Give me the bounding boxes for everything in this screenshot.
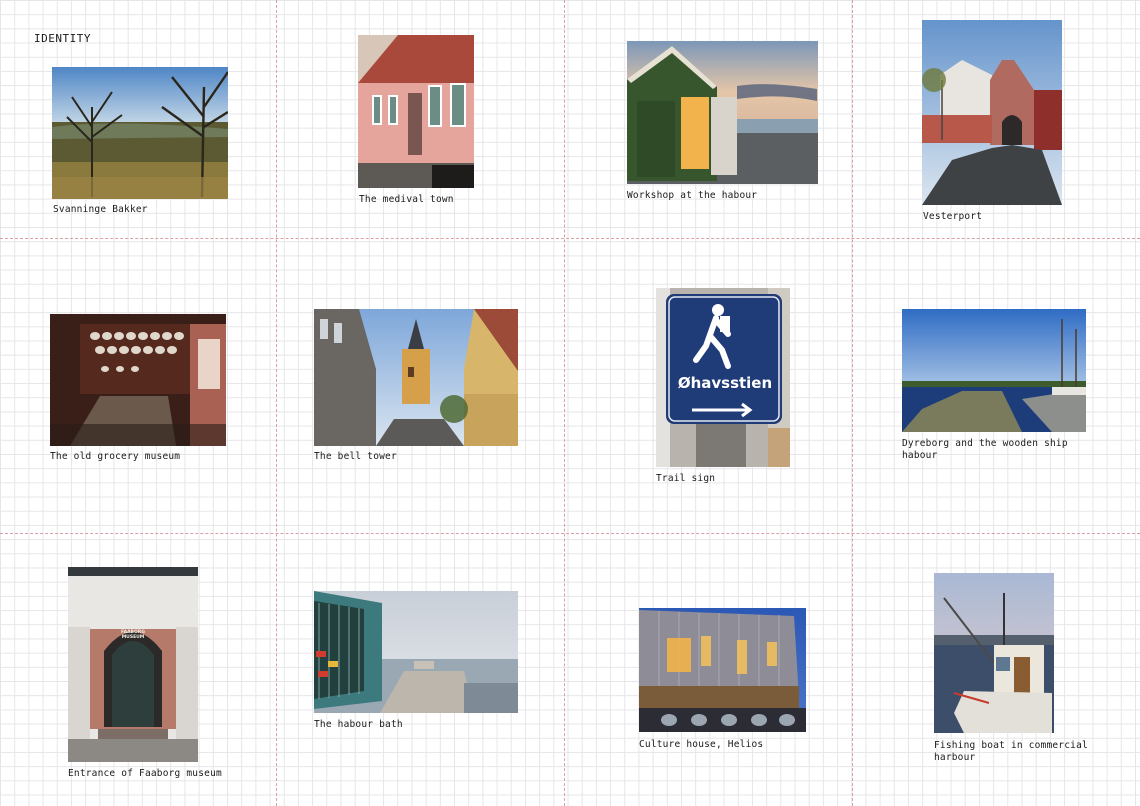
column-divider xyxy=(564,0,565,806)
photo-workshop-habour xyxy=(627,41,818,184)
photo-svanninge-bakker xyxy=(52,67,228,199)
photo-medieval-town xyxy=(358,35,474,188)
caption: The old grocery museum xyxy=(50,451,181,462)
photo-faaborg-museum: FAABORG MUSEUM xyxy=(68,567,198,762)
caption: Entrance of Faaborg museum xyxy=(68,768,222,779)
caption: Trail sign xyxy=(656,473,716,484)
caption: Dyreborg and the wooden ship habour xyxy=(902,438,1068,461)
column-divider xyxy=(276,0,277,806)
photo-grocery-museum xyxy=(50,314,226,446)
caption: Vesterport xyxy=(923,211,983,222)
photo-vesterport xyxy=(922,20,1062,205)
museum-plaque: FAABORG MUSEUM xyxy=(121,630,145,640)
photo-fishing-boat xyxy=(934,573,1054,733)
caption: Culture house, Helios xyxy=(639,739,764,750)
page-title: IDENTITY xyxy=(34,32,91,45)
column-divider xyxy=(852,0,853,806)
photo-culture-house-helios xyxy=(639,608,806,732)
photo-trail-sign: Øhavsstien xyxy=(656,288,790,467)
caption: Workshop at the habour xyxy=(627,190,758,201)
caption: Fishing boat in commercial harbour xyxy=(934,740,1088,763)
photo-dyreborg xyxy=(902,309,1086,432)
photo-bell-tower xyxy=(314,309,518,446)
caption: The bell tower xyxy=(314,451,397,462)
caption: The habour bath xyxy=(314,719,403,730)
row-divider xyxy=(0,238,1140,239)
caption: Svanninge Bakker xyxy=(53,204,148,215)
caption: The medival town xyxy=(359,194,454,205)
row-divider xyxy=(0,533,1140,534)
trail-sign-text: Øhavsstien xyxy=(677,374,773,392)
photo-habour-bath xyxy=(314,591,518,713)
